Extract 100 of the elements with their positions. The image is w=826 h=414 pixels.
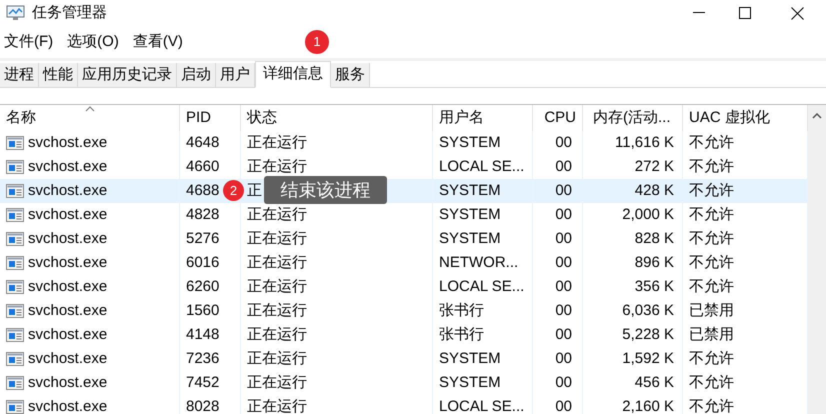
table-cell-text: 正 [247,180,262,201]
table-cell-text: 不允许 [689,180,734,201]
table-cell-text: svchost.exe [28,300,108,321]
table-cell-text: svchost.exe [28,324,108,345]
scrollbar[interactable] [808,104,826,414]
process-icon [6,280,24,294]
table-cell-text: 7452 [186,372,220,393]
table-cell-text: 00 [555,252,572,273]
table-cell-text: 00 [555,132,572,153]
table-cell-text: 4828 [186,204,220,225]
table-cell-text: 7236 [186,348,220,369]
table-cell-text: 6016 [186,252,220,273]
process-icon [6,184,24,198]
tab[interactable]: 详细信息 [255,61,331,88]
table-cell-text: LOCAL SE... [439,276,524,297]
table-cell-text: 不允许 [689,252,734,273]
table-cell-text: 2,000 K [622,204,674,225]
process-icon [6,232,24,246]
table-cell-text: 正在运行 [247,324,307,345]
table-cell-text: svchost.exe [28,396,108,414]
table-cell-text: 00 [555,180,572,201]
table-cell-text: SYSTEM [439,348,501,369]
table-cell-text: 00 [555,348,572,369]
table-cell-text: svchost.exe [28,204,108,225]
table-cell-text: 896 K [634,252,674,273]
window-title: 任务管理器 [32,2,107,23]
table-cell-text: SYSTEM [439,180,501,201]
table-cell-text: 456 K [634,372,674,393]
table-cell-text: SYSTEM [439,204,501,225]
table-cell-text: 00 [555,276,572,297]
process-icon [6,376,24,390]
table-cell-text: NETWOR... [439,252,518,273]
table-cell-text: 356 K [634,276,674,297]
table-cell-text: 正在运行 [247,156,307,177]
process-icon [6,400,24,414]
table-cell-text: svchost.exe [28,276,108,297]
table-cell-text: 428 K [634,180,674,201]
table-cell-text: 1,592 K [622,348,674,369]
tab[interactable]: 服务 [331,63,370,87]
tab[interactable]: 性能 [39,63,78,87]
table-cell-text: 正在运行 [247,204,307,225]
tooltip: 结束该进程 [264,176,387,204]
tab[interactable]: 应用历史记录 [78,63,177,87]
table-cell-text: 5276 [186,228,220,249]
table-cell-text: 正在运行 [247,300,307,321]
monitor-icon [6,5,26,21]
table-cell-text: svchost.exe [28,372,108,393]
table-cell-text: LOCAL SE... [439,156,524,177]
table-cell-text: 00 [555,300,572,321]
table-cell-text: 6260 [186,276,220,297]
process-icon [6,208,24,222]
scroll-up-icon [812,113,822,119]
table-cell-text: 4148 [186,324,220,345]
sort-caret-icon [84,106,94,112]
table-cell-text: 不允许 [689,156,734,177]
table-cell-text: 5,228 K [622,324,674,345]
step-badge: 1 [305,30,329,54]
menu-item[interactable]: 查看(V) [132,30,183,54]
table-cell-text: 6,036 K [622,300,674,321]
table-cell-text: 已禁用 [689,300,734,321]
close-icon [790,6,804,20]
table-cell-text: 00 [555,396,572,414]
table-cell-text: 已禁用 [689,324,734,345]
table-cell-text: 不允许 [689,204,734,225]
table-cell-text: svchost.exe [28,228,108,249]
table-cell-text: 不允许 [689,276,734,297]
table-cell-text: 00 [555,156,572,177]
table-cell-text: 正在运行 [247,228,307,249]
table-cell-text: 不允许 [689,396,734,414]
table-cell-text: 00 [555,324,572,345]
table-cell-text: 不允许 [689,132,734,153]
table-cell-text: 4648 [186,132,220,153]
table-cell-text: svchost.exe [28,156,108,177]
process-icon [6,256,24,270]
table-cell-text: 1560 [186,300,220,321]
process-icon [6,136,24,150]
tab[interactable]: 进程 [0,63,39,87]
table-cell-text: 正在运行 [247,132,307,153]
table-cell-text: 正在运行 [247,348,307,369]
table-cell-text: 正在运行 [247,372,307,393]
table-cell-text: 4688 [186,180,220,201]
table-cell-text: svchost.exe [28,132,108,153]
tab[interactable]: 用户 [216,63,255,87]
table-cell-text: 不允许 [689,348,734,369]
table-cell-text: LOCAL SE... [439,396,524,414]
table-cell-text: 张书行 [439,324,484,345]
process-icon [6,304,24,318]
table-cell-text: 828 K [634,228,674,249]
maximize-icon [739,7,751,19]
process-icon [6,352,24,366]
table-cell-text: svchost.exe [28,180,108,201]
table-cell-text: 不允许 [689,372,734,393]
table-cell-text: svchost.exe [28,348,108,369]
table-cell-text: 00 [555,228,572,249]
table-cell-text: svchost.exe [28,252,108,273]
table-cell-text: SYSTEM [439,132,501,153]
menu-item[interactable]: 文件(F) [4,30,54,54]
menu-item[interactable]: 选项(O) [67,30,119,54]
table-cell-text: SYSTEM [439,372,501,393]
tab[interactable]: 启动 [177,63,216,87]
